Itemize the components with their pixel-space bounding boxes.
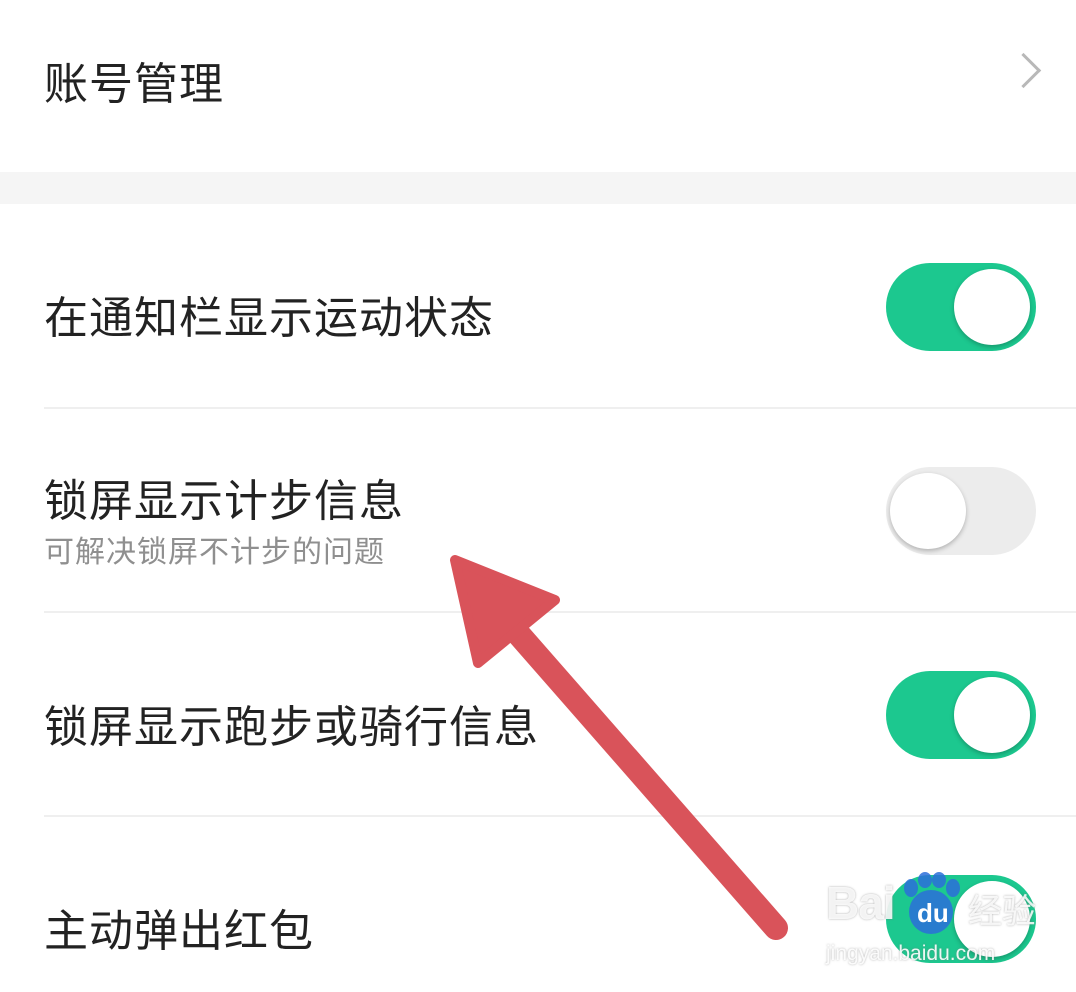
notification-status-toggle[interactable] [886,263,1036,351]
setting-subtitle: 可解决锁屏不计步的问题 [44,535,385,570]
setting-label: 主动弹出红包 [44,906,314,957]
toggle-knob [954,881,1030,957]
setting-label: 锁屏显示跑步或骑行信息 [44,702,539,753]
red-packet-popup-toggle[interactable] [886,875,1036,963]
setting-row-lockscreen-run-ride: 锁屏显示跑步或骑行信息 [0,613,1076,815]
setting-label: 在通知栏显示运动状态 [44,293,494,344]
section-gap [0,172,1076,204]
setting-row-red-packet-popup: 主动弹出红包 [0,817,1076,992]
toggle-knob [954,269,1030,345]
setting-label: 锁屏显示计步信息 [44,476,404,527]
toggle-knob [890,473,966,549]
toggle-knob [954,677,1030,753]
account-management-row[interactable]: 账号管理 [0,0,1076,172]
lockscreen-steps-toggle[interactable] [886,467,1036,555]
setting-row-notification-status: 在通知栏显示运动状态 [0,204,1076,408]
chevron-right-icon [1005,52,1042,89]
lockscreen-run-ride-toggle[interactable] [886,671,1036,759]
account-management-label: 账号管理 [44,59,224,110]
settings-screen: 账号管理 在通知栏显示运动状态 锁屏显示计步信息 可解决锁屏不计步的问题 锁屏显… [0,0,1076,992]
setting-row-lockscreen-steps: 锁屏显示计步信息 可解决锁屏不计步的问题 [0,409,1076,612]
